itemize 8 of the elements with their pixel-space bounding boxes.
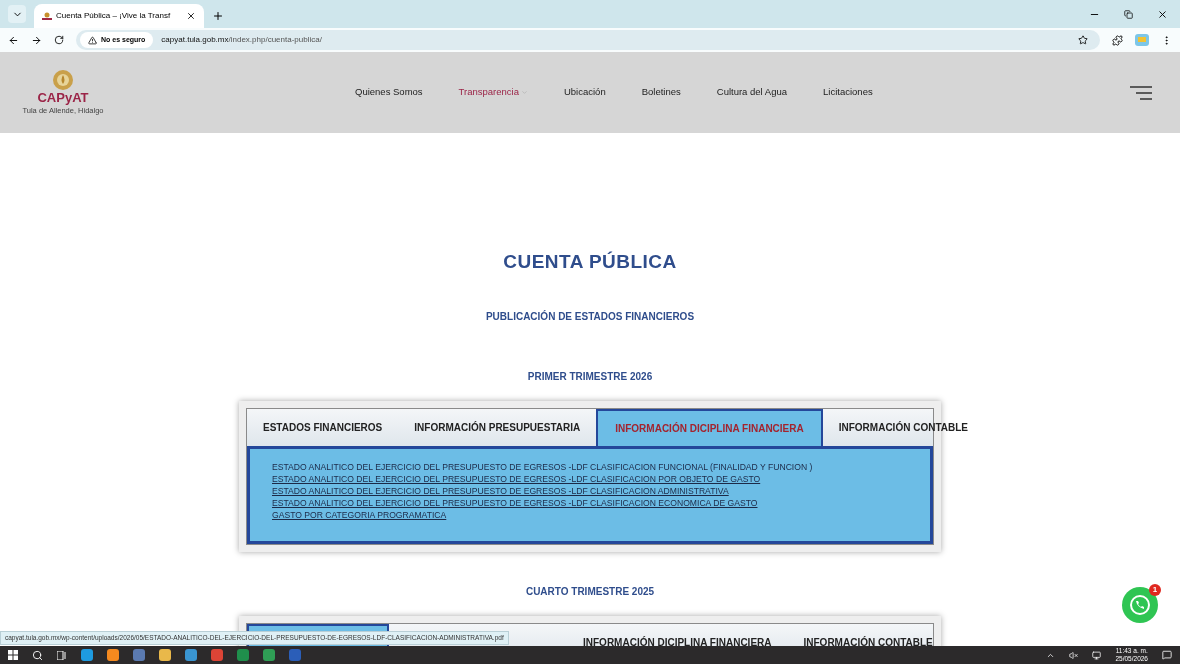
section-heading: CUARTO TRIMESTRE 2025	[525, 584, 655, 599]
tab-title: Cuenta Pública – ¡Vive la Transf	[56, 10, 172, 22]
section-heading: PRIMER TRIMESTRE 2026	[527, 369, 653, 384]
notification-badge: 1	[1149, 584, 1161, 596]
url-text: capyat.tula.gob.mx/index.php/cuenta-publica/	[161, 34, 322, 46]
logo-text: CAPyAT	[37, 90, 89, 105]
page-subtitle: PUBLICACIÓN DE ESTADOS FINANCIEROS	[485, 309, 695, 324]
page-title: CUENTA PÚBLICA	[503, 250, 677, 274]
